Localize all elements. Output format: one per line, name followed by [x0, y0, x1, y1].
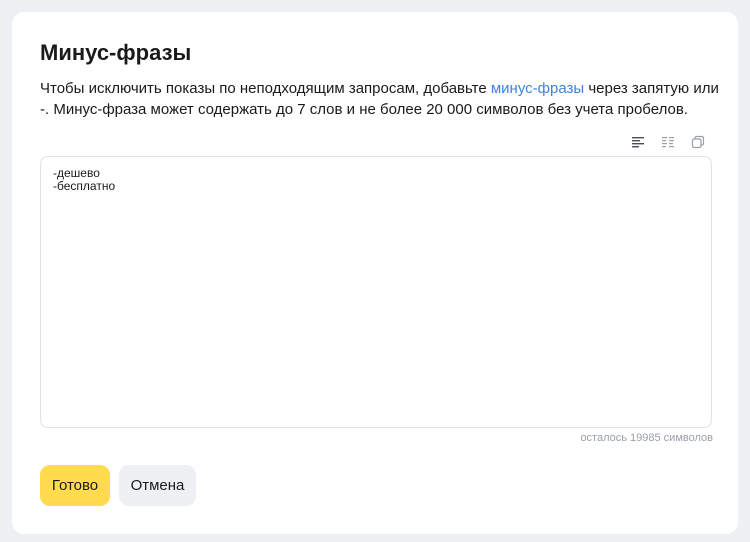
done-button[interactable]: Готово	[40, 465, 110, 506]
phrase-line: -бесплатно	[53, 179, 116, 193]
copy-icon[interactable]	[688, 132, 708, 152]
phrase-line: -дешево	[53, 166, 100, 180]
minus-phrases-textarea[interactable]: -дешево -бесплатно	[40, 156, 712, 428]
characters-remaining-counter: осталось 19985 символов	[580, 432, 713, 444]
editor-toolbar	[628, 132, 708, 152]
page-title: Минус-фразы	[40, 40, 192, 65]
list-view-icon[interactable]	[628, 132, 648, 152]
description-text: Чтобы исключить показы по неподходящим з…	[40, 78, 720, 120]
minus-phrases-card: Минус-фразы Чтобы исключить показы по не…	[12, 12, 738, 534]
cancel-button[interactable]: Отмена	[119, 465, 196, 506]
minus-phrases-link[interactable]: минус-фразы	[491, 80, 584, 97]
description-text-before: Чтобы исключить показы по неподходящим з…	[40, 80, 491, 97]
column-view-icon[interactable]	[658, 132, 678, 152]
